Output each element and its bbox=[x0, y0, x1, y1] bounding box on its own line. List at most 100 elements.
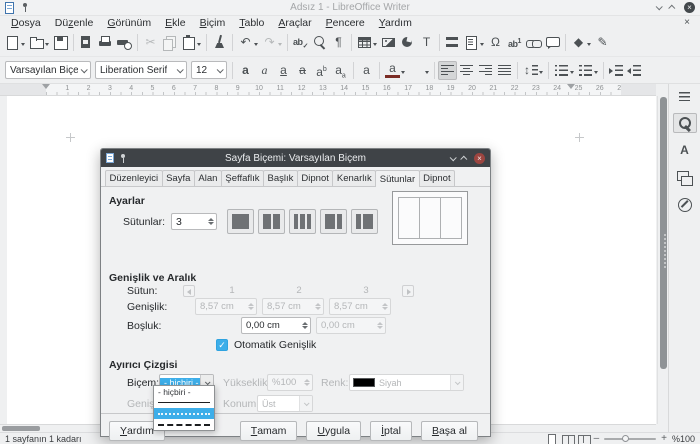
vertical-scrollbar-thumb[interactable] bbox=[660, 97, 667, 369]
spin-up-icon[interactable] bbox=[208, 218, 214, 221]
tab-ba-l-k[interactable]: Başlık bbox=[263, 170, 298, 186]
strikethrough-button[interactable]: a bbox=[293, 61, 312, 80]
dialog-close-button[interactable]: × bbox=[474, 153, 485, 164]
dialog-shade-icon[interactable] bbox=[450, 154, 457, 161]
zoom-slider-knob[interactable] bbox=[622, 435, 629, 442]
preset-right-weighted-button[interactable] bbox=[351, 209, 378, 234]
sidebar-tab-sidebar-settings[interactable] bbox=[673, 86, 697, 106]
dropdown-item-none[interactable]: - hiçbiri - bbox=[154, 386, 214, 397]
cancel-button[interactable]: İptal bbox=[370, 421, 412, 441]
clear-formatting-button[interactable]: a bbox=[357, 61, 376, 80]
highlight-color-button[interactable] bbox=[407, 61, 431, 80]
insert-table-button[interactable] bbox=[355, 33, 379, 52]
page-count-status[interactable]: 1 sayfanın 1 kadarı bbox=[5, 434, 82, 444]
ok-button[interactable]: Tamam bbox=[240, 421, 298, 441]
dropdown-item-solid-line[interactable] bbox=[154, 397, 214, 408]
justify-button[interactable] bbox=[495, 61, 514, 80]
menu-item-ara-lar[interactable]: Araçlar bbox=[271, 17, 318, 29]
spin-down-icon[interactable] bbox=[208, 222, 214, 225]
numbered-list-button[interactable] bbox=[576, 61, 600, 80]
align-center-button[interactable] bbox=[457, 61, 476, 80]
draw-functions-button[interactable]: ✎ bbox=[593, 33, 612, 52]
bold-button[interactable]: a bbox=[236, 61, 255, 80]
print-button[interactable] bbox=[96, 33, 115, 52]
zoom-level[interactable]: %100 bbox=[672, 434, 695, 444]
insert-chart-button[interactable] bbox=[398, 33, 417, 52]
spelling-button[interactable]: ab✓ bbox=[291, 33, 310, 52]
book-view-icon[interactable] bbox=[578, 434, 589, 444]
tab-dipnot[interactable]: Dipnot bbox=[297, 170, 333, 186]
preset-three-columns-button[interactable] bbox=[289, 209, 316, 234]
multi-page-view-icon[interactable] bbox=[562, 434, 573, 444]
preset-one-column-button[interactable] bbox=[227, 209, 254, 234]
print-preview-button[interactable] bbox=[115, 33, 134, 52]
tab--effafl-k[interactable]: Şeffaflık bbox=[221, 170, 264, 186]
tab-kenarl-k[interactable]: Kenarlık bbox=[332, 170, 376, 186]
open-button[interactable] bbox=[27, 33, 51, 52]
line-spacing-button[interactable]: ↕ bbox=[521, 61, 545, 80]
single-page-view-icon[interactable] bbox=[546, 434, 557, 444]
close-document-button[interactable]: × bbox=[678, 17, 696, 28]
minimize-button[interactable] bbox=[656, 5, 661, 10]
columns-count-spinner[interactable]: 3 bbox=[171, 213, 217, 230]
menu-item-yard-m[interactable]: Yardım bbox=[372, 17, 419, 29]
undo-button[interactable]: ↶ bbox=[236, 33, 260, 52]
menu-item-bi-im[interactable]: Biçim bbox=[193, 17, 233, 29]
new-document-button[interactable] bbox=[3, 33, 27, 52]
menu-item-dosya[interactable]: Dosya bbox=[4, 17, 48, 29]
spin-down-icon[interactable] bbox=[302, 326, 308, 329]
sidebar-tab-properties[interactable] bbox=[673, 113, 697, 133]
save-button[interactable] bbox=[51, 33, 70, 52]
menu-item-tablo[interactable]: Tablo bbox=[232, 17, 271, 29]
italic-button[interactable]: a bbox=[255, 61, 274, 80]
bullet-list-button[interactable] bbox=[552, 61, 576, 80]
special-character-button[interactable]: Ω bbox=[486, 33, 505, 52]
page-break-button[interactable] bbox=[443, 33, 462, 52]
zoom-slider[interactable] bbox=[604, 438, 656, 440]
tab-d-zenleyici[interactable]: Düzenleyici bbox=[105, 170, 163, 186]
preset-two-columns-button[interactable] bbox=[258, 209, 285, 234]
font-size-combobox[interactable]: 12 bbox=[191, 61, 227, 79]
menu-item-pencere[interactable]: Pencere bbox=[319, 17, 372, 29]
autowidth-checkbox[interactable]: ✓ bbox=[216, 339, 228, 351]
sidebar-hide-grip[interactable] bbox=[664, 234, 667, 268]
dialog-unshade-icon[interactable] bbox=[460, 155, 467, 162]
horizontal-ruler[interactable]: 1234567891011121314151617181920212223242… bbox=[0, 84, 656, 96]
font-name-combobox[interactable]: Liberation Serif bbox=[95, 61, 187, 79]
indent-marker-left[interactable] bbox=[42, 84, 50, 89]
align-left-button[interactable] bbox=[438, 61, 457, 80]
dialog-titlebar[interactable]: Sayfa Biçemi: Varsayılan Biçem × bbox=[101, 149, 490, 167]
insert-textbox-button[interactable]: T bbox=[417, 33, 436, 52]
align-right-button[interactable] bbox=[476, 61, 495, 80]
dropdown-item-dashed-line[interactable] bbox=[154, 419, 214, 430]
export-pdf-button[interactable] bbox=[77, 33, 96, 52]
zoom-out-button[interactable]: – bbox=[594, 434, 600, 444]
sidebar-tab-navigator[interactable] bbox=[673, 194, 697, 214]
apply-button[interactable]: Uygula bbox=[306, 421, 361, 441]
insert-footnote-button[interactable]: ab1 bbox=[505, 33, 524, 52]
clone-formatting-button[interactable] bbox=[210, 33, 229, 52]
dropdown-item-dotted-line[interactable] bbox=[154, 408, 214, 419]
menu-item-ekle[interactable]: Ekle bbox=[158, 17, 192, 29]
spacing-spinner-1[interactable]: 0,00 cm bbox=[241, 317, 311, 334]
reset-button[interactable]: Başa al bbox=[421, 421, 478, 441]
tab-dipnot[interactable]: Dipnot bbox=[419, 170, 455, 186]
find-replace-button[interactable] bbox=[310, 33, 329, 52]
font-color-button[interactable]: a bbox=[383, 61, 407, 80]
tab-sayfa[interactable]: Sayfa bbox=[162, 170, 195, 186]
menu-item-g-r-n-m[interactable]: Görünüm bbox=[100, 17, 158, 29]
close-window-button[interactable]: × bbox=[684, 2, 695, 13]
insert-image-button[interactable] bbox=[379, 33, 398, 52]
paste-button[interactable] bbox=[179, 33, 203, 52]
underline-button[interactable]: a bbox=[274, 61, 293, 80]
decrease-indent-button[interactable] bbox=[625, 61, 643, 80]
paragraph-style-combobox[interactable]: Varsayılan Biçem bbox=[5, 61, 91, 79]
sidebar-tab-styles[interactable]: A bbox=[673, 140, 697, 160]
insert-comment-button[interactable] bbox=[543, 33, 562, 52]
insert-hyperlink-button[interactable] bbox=[524, 33, 543, 52]
superscript-button[interactable]: ab bbox=[312, 61, 331, 80]
tab-s-tunlar[interactable]: Sütunlar bbox=[375, 170, 419, 187]
maximize-button[interactable] bbox=[670, 5, 675, 10]
formatting-marks-button[interactable]: ¶ bbox=[329, 33, 348, 52]
sidebar-tab-gallery[interactable] bbox=[673, 167, 697, 187]
